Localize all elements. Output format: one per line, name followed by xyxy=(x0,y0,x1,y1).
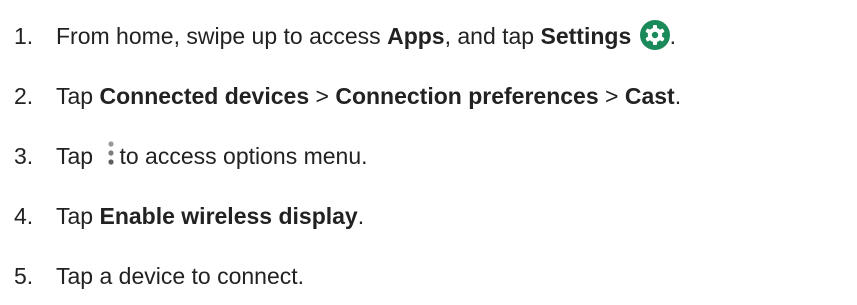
step-number: 2. xyxy=(14,83,34,109)
cast-term: Cast xyxy=(624,83,675,109)
more-options-icon xyxy=(105,140,117,168)
step-number: 1. xyxy=(14,23,34,49)
step-number: 4. xyxy=(14,203,34,229)
step-3: 3. Tap to access options menu. xyxy=(14,136,368,176)
step-text: > xyxy=(598,83,625,109)
instruction-list: 1. From home, swipe up to access Apps, an… xyxy=(0,0,857,305)
step-text: Tap xyxy=(56,83,100,109)
step-text: > xyxy=(309,83,336,109)
step-5: 5. Tap a device to connect. xyxy=(14,256,304,296)
step-2: 2. Tap Connected devices > Connection pre… xyxy=(14,76,681,116)
step-text: Tap a device to connect. xyxy=(56,263,305,289)
step-text: . xyxy=(669,23,677,49)
step-number: 3. xyxy=(14,143,34,169)
connection-preferences-term: Connection preferences xyxy=(335,83,599,109)
connected-devices-term: Connected devices xyxy=(99,83,310,109)
settings-term: Settings xyxy=(540,23,632,49)
step-text: From home, swipe up to access xyxy=(56,23,388,49)
step-number: 5. xyxy=(14,263,34,289)
step-text: Tap xyxy=(56,143,100,169)
step-4: 4. Tap Enable wireless display. xyxy=(14,196,364,236)
step-text: , and tap xyxy=(444,23,541,49)
step-1: 1. From home, swipe up to access Apps, an… xyxy=(14,16,676,56)
settings-gear-icon xyxy=(639,20,670,50)
step-text: Tap xyxy=(56,203,100,229)
apps-term: Apps xyxy=(387,23,445,49)
enable-wireless-display-term: Enable wireless display xyxy=(99,203,358,229)
step-text: . xyxy=(357,203,365,229)
step-text: to access options menu. xyxy=(119,143,368,169)
step-text: . xyxy=(674,83,682,109)
